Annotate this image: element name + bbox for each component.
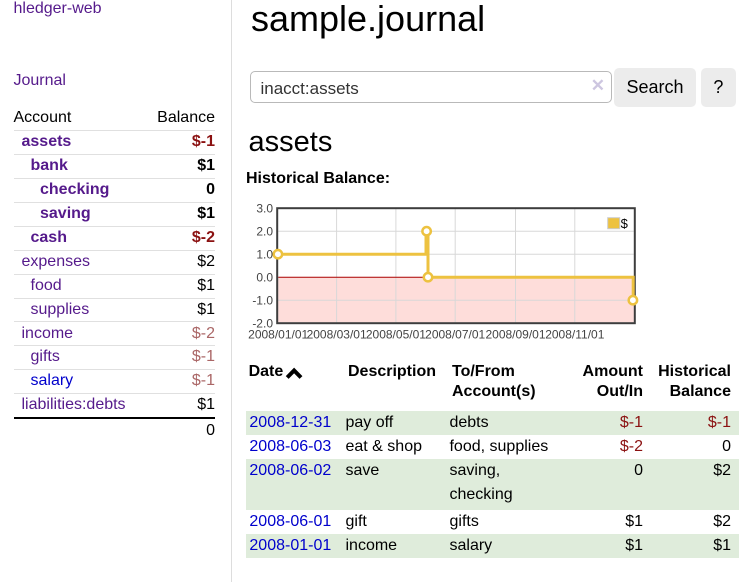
svg-text:2008/01/01: 2008/01/01	[248, 327, 308, 341]
svg-text:2008/09/01: 2008/09/01	[485, 327, 545, 341]
svg-text:3.0: 3.0	[256, 202, 273, 216]
svg-text:-1.0: -1.0	[252, 294, 273, 308]
svg-text:2008/07/01: 2008/07/01	[425, 327, 485, 341]
svg-text:2008/03/01: 2008/03/01	[307, 327, 367, 341]
svg-text:2008/05/01: 2008/05/01	[366, 327, 426, 341]
svg-text:2.0: 2.0	[256, 225, 273, 239]
svg-text:1.0: 1.0	[256, 248, 273, 262]
svg-text:0.0: 0.0	[256, 271, 273, 285]
svg-text:2008/11/01: 2008/11/01	[545, 327, 604, 341]
svg-text:$: $	[621, 216, 629, 231]
